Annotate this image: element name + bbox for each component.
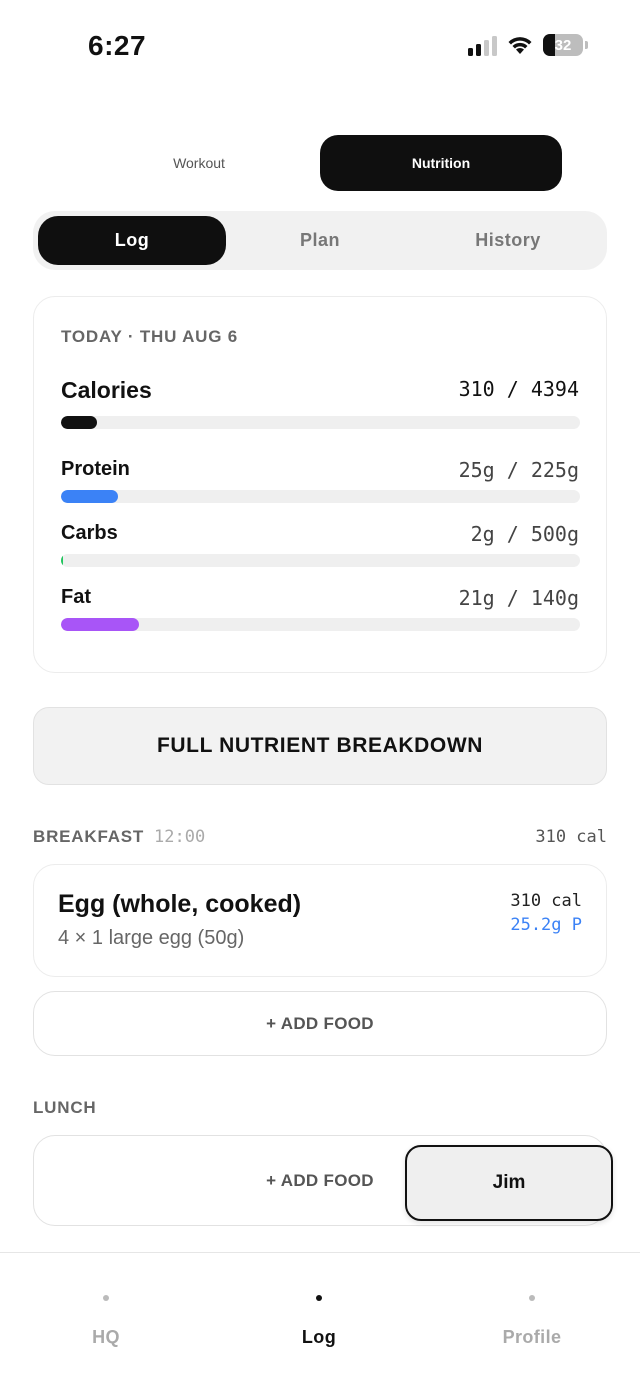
protein-value: 25g / 225g	[458, 458, 579, 482]
carbs-value: 2g / 500g	[470, 522, 579, 546]
battery-percent: 32	[554, 36, 572, 54]
fat-progress-fill	[61, 618, 139, 631]
status-icons: 32	[468, 34, 588, 56]
breakfast-title: BREAKFAST	[33, 827, 145, 846]
wifi-icon	[508, 37, 532, 54]
calories-value: 310 / 4394	[458, 377, 579, 401]
protein-progress-fill	[61, 490, 119, 503]
nav-item-hq[interactable]: HQ	[36, 1253, 176, 1373]
nav-label-hq: HQ	[92, 1327, 120, 1347]
mode-toggle: Workout Nutrition	[78, 135, 562, 191]
nav-dot-icon	[103, 1295, 109, 1301]
nav-item-profile[interactable]: Profile	[462, 1253, 602, 1373]
breakfast-add-food-button[interactable]: + ADD FOOD	[33, 991, 607, 1056]
tab-log[interactable]: Log	[38, 216, 226, 265]
lunch-title: LUNCH	[33, 1098, 97, 1117]
nav-dot-icon	[316, 1295, 322, 1301]
breakfast-time: 12:00	[154, 827, 206, 847]
cellular-signal-icon	[468, 34, 497, 56]
nav-dot-icon	[529, 1295, 535, 1301]
food-calories: 310 cal	[510, 891, 582, 911]
breakfast-calories: 310 cal	[535, 827, 607, 847]
bottom-nav: HQ Log Profile	[0, 1252, 640, 1387]
fat-progress-bar	[61, 618, 580, 631]
calories-progress-fill	[61, 416, 98, 429]
battery-icon: 32	[543, 34, 583, 56]
jim-assistant-button[interactable]: Jim	[405, 1145, 613, 1221]
full-nutrient-breakdown-button[interactable]: FULL NUTRIENT BREAKDOWN	[33, 707, 607, 785]
date-label: TODAY · THU AUG 6	[61, 327, 239, 346]
status-time: 6:27	[88, 30, 147, 61]
food-item-card[interactable]: Egg (whole, cooked) 4 × 1 large egg (50g…	[33, 864, 607, 977]
fat-value: 21g / 140g	[458, 586, 579, 610]
carbs-progress-bar	[61, 554, 580, 567]
daily-summary-card: TODAY · THU AUG 6 Calories 310 / 4394 Pr…	[33, 296, 607, 673]
carbs-progress-fill	[61, 554, 64, 567]
calories-label: Calories	[61, 377, 152, 403]
view-tabs: Log Plan History	[33, 211, 607, 270]
carbs-label: Carbs	[61, 522, 118, 544]
nutrition-mode-button[interactable]: Nutrition	[320, 135, 562, 191]
nav-label-profile: Profile	[502, 1327, 562, 1347]
tab-history[interactable]: History	[414, 216, 602, 265]
nav-label-log: Log	[301, 1327, 337, 1347]
fat-label: Fat	[61, 586, 91, 608]
food-protein: 25.2g P	[510, 915, 582, 935]
tab-plan[interactable]: Plan	[226, 216, 414, 265]
calories-progress-bar	[61, 416, 580, 429]
workout-mode-button[interactable]: Workout	[78, 135, 320, 191]
protein-progress-bar	[61, 490, 580, 503]
food-portion: 4 × 1 large egg (50g)	[58, 927, 245, 949]
food-name: Egg (whole, cooked)	[58, 890, 302, 918]
nav-item-log[interactable]: Log	[249, 1253, 389, 1373]
protein-label: Protein	[61, 458, 130, 480]
